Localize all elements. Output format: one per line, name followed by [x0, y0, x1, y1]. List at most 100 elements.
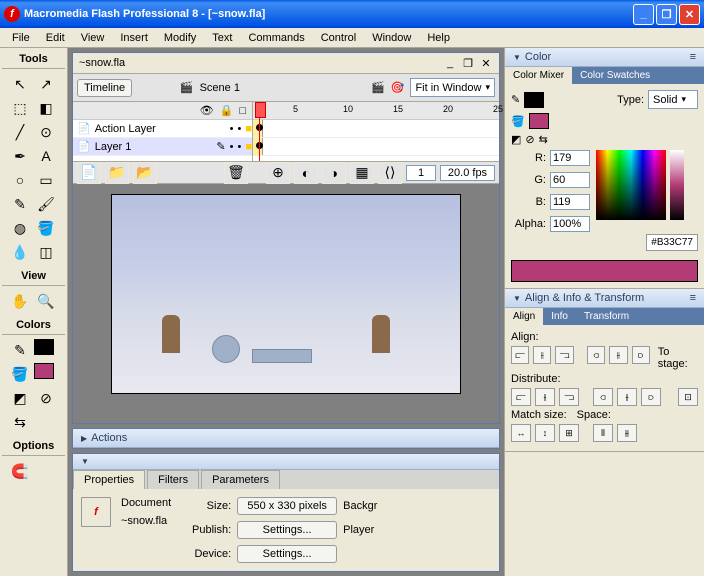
snap-tool[interactable]: 🧲: [8, 460, 32, 482]
playhead[interactable]: [259, 102, 260, 161]
pencil-tool[interactable]: ✎: [8, 193, 32, 215]
stage-area[interactable]: [73, 184, 499, 423]
color-panel-title[interactable]: ▼Color≡: [505, 48, 704, 67]
menu-insert[interactable]: Insert: [112, 30, 156, 46]
space-v-button[interactable]: ⫵: [617, 424, 637, 442]
modify-markers-button[interactable]: ⟨⟩: [378, 162, 402, 184]
r-input[interactable]: [550, 150, 590, 166]
space-h-button[interactable]: ⫴: [593, 424, 613, 442]
edit-multiple-button[interactable]: ▦: [350, 162, 374, 184]
align-bottom-button[interactable]: ⫐: [632, 346, 650, 364]
onion-skin-button[interactable]: ◐: [294, 162, 318, 184]
align-top-button[interactable]: ⫏: [587, 346, 605, 364]
bw-tool[interactable]: ◩: [8, 387, 32, 409]
scene-name[interactable]: Scene 1: [200, 82, 240, 94]
eyedropper-tool[interactable]: 💧: [8, 241, 32, 263]
alpha-input[interactable]: [550, 216, 590, 232]
align-hcenter-button[interactable]: ⫲: [533, 346, 551, 364]
zoom-tool[interactable]: 🔍: [34, 290, 58, 312]
tab-info[interactable]: Info: [543, 308, 576, 325]
align-panel-title[interactable]: ▼Align & Info & Transform≡: [505, 289, 704, 308]
distribute-button[interactable]: ⫎: [559, 388, 579, 406]
center-frame-button[interactable]: ⊕: [266, 162, 290, 184]
onion-outline-button[interactable]: ◑: [322, 162, 346, 184]
frame-track[interactable]: [253, 120, 499, 138]
stage-canvas[interactable]: [111, 194, 461, 394]
distribute-button[interactable]: ⫲: [535, 388, 555, 406]
new-layer-button[interactable]: 📄: [77, 162, 101, 184]
tab-align[interactable]: Align: [505, 308, 543, 325]
layer-row[interactable]: 📄 Layer 1 ✎••■: [73, 138, 252, 156]
doc-minimize-icon[interactable]: _: [443, 56, 457, 70]
stroke-color-tool[interactable]: ✎: [8, 339, 32, 361]
fill-picker-icon[interactable]: 🪣: [511, 115, 525, 128]
hue-slider[interactable]: [670, 150, 684, 220]
lock-icon[interactable]: 🔒: [220, 104, 234, 117]
swap-icon[interactable]: ⇆: [539, 133, 548, 146]
delete-layer-button[interactable]: 🗑: [224, 162, 248, 184]
menu-file[interactable]: File: [4, 30, 38, 46]
swap-colors-tool[interactable]: ⇆: [8, 411, 32, 433]
doc-close-icon[interactable]: ✕: [479, 56, 493, 70]
document-tab[interactable]: ~snow.fla: [79, 57, 125, 69]
stroke-picker-icon[interactable]: ✎: [511, 93, 520, 106]
tab-color-swatches[interactable]: Color Swatches: [572, 67, 658, 84]
new-folder-button[interactable]: 📂: [133, 162, 157, 184]
rectangle-tool[interactable]: ▭: [34, 169, 58, 191]
distribute-button[interactable]: ⫍: [511, 388, 531, 406]
tab-transform[interactable]: Transform: [576, 308, 637, 325]
bw-icon[interactable]: ◩: [511, 133, 521, 146]
hex-value[interactable]: #B33C77: [646, 234, 698, 251]
tab-filters[interactable]: Filters: [147, 470, 199, 489]
new-guide-button[interactable]: 📁: [105, 162, 129, 184]
layer-row[interactable]: 📄 Action Layer ••■: [73, 120, 252, 138]
frame-track[interactable]: [253, 138, 499, 156]
selection-tool[interactable]: ↖: [8, 73, 32, 95]
eye-icon[interactable]: 👁: [200, 104, 214, 117]
fill-color-swatch[interactable]: [529, 113, 549, 129]
match-both-button[interactable]: ⊞: [559, 424, 579, 442]
menu-view[interactable]: View: [73, 30, 113, 46]
tab-parameters[interactable]: Parameters: [201, 470, 280, 489]
edit-scene-icon[interactable]: 🎬: [371, 81, 385, 94]
menu-control[interactable]: Control: [313, 30, 364, 46]
g-input[interactable]: [550, 172, 590, 188]
menu-modify[interactable]: Modify: [156, 30, 204, 46]
color-picker[interactable]: [596, 150, 666, 220]
zoom-select[interactable]: Fit in Window: [410, 78, 495, 97]
no-color-icon[interactable]: ⊘: [525, 133, 534, 146]
distribute-button[interactable]: ⫏: [593, 388, 613, 406]
free-transform-tool[interactable]: ⬚: [8, 97, 32, 119]
stroke-color-swatch[interactable]: [524, 92, 544, 108]
tab-color-mixer[interactable]: Color Mixer: [505, 67, 572, 84]
menu-commands[interactable]: Commands: [240, 30, 312, 46]
hand-tool[interactable]: ✋: [8, 290, 32, 312]
minimize-button[interactable]: _: [633, 4, 654, 25]
lasso-tool[interactable]: ⊙: [34, 121, 58, 143]
ink-bottle-tool[interactable]: ◍: [8, 217, 32, 239]
brush-tool[interactable]: 🖌: [34, 193, 58, 215]
tab-properties[interactable]: Properties: [73, 470, 145, 489]
no-color-tool[interactable]: ⊘: [34, 387, 58, 409]
match-height-button[interactable]: ↕: [535, 424, 555, 442]
text-tool[interactable]: A: [34, 145, 58, 167]
oval-tool[interactable]: ○: [8, 169, 32, 191]
gradient-tool[interactable]: ◧: [34, 97, 58, 119]
publish-button[interactable]: Settings...: [237, 521, 337, 539]
align-vcenter-button[interactable]: ⫳: [609, 346, 627, 364]
panel-options-icon[interactable]: ≡: [690, 292, 696, 304]
line-tool[interactable]: ╱: [8, 121, 32, 143]
stroke-swatch[interactable]: [34, 339, 54, 355]
type-select[interactable]: Solid: [648, 90, 698, 109]
menu-help[interactable]: Help: [419, 30, 458, 46]
match-width-button[interactable]: ↔: [511, 424, 531, 442]
distribute-button[interactable]: ⫳: [617, 388, 637, 406]
actions-title[interactable]: ▶Actions: [73, 429, 499, 448]
menu-text[interactable]: Text: [204, 30, 240, 46]
pen-tool[interactable]: ✒: [8, 145, 32, 167]
align-left-button[interactable]: ⫍: [511, 346, 529, 364]
menu-window[interactable]: Window: [364, 30, 419, 46]
timeline-button[interactable]: Timeline: [77, 79, 132, 97]
align-right-button[interactable]: ⫎: [555, 346, 573, 364]
fill-color-tool[interactable]: 🪣: [8, 363, 32, 385]
